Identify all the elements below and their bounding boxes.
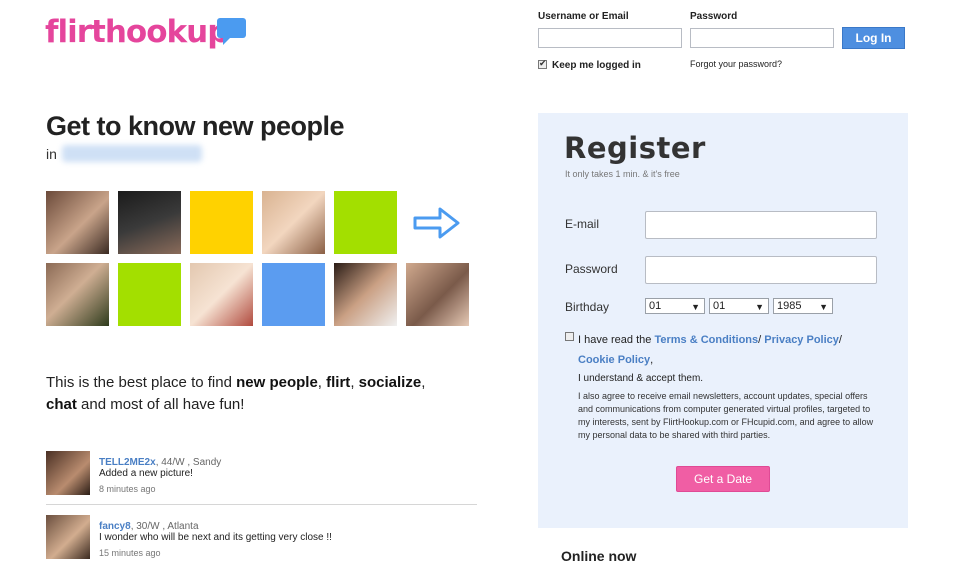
chevron-down-icon: ▼	[691, 302, 700, 312]
register-subtitle: It only takes 1 min. & it's free	[565, 169, 680, 179]
placeholder-tile	[118, 263, 181, 326]
password-input[interactable]	[690, 28, 834, 48]
birth-year-select[interactable]: 1985 ▼	[773, 298, 833, 314]
password-label: Password	[565, 262, 618, 276]
placeholder-tile	[190, 191, 253, 254]
arrow-right-icon[interactable]	[412, 205, 462, 241]
keep-logged-in-label: Keep me logged in	[552, 60, 641, 71]
birth-day-select[interactable]: 01 ▼	[645, 298, 705, 314]
password-field[interactable]	[645, 256, 877, 284]
chevron-down-icon: ▼	[755, 302, 764, 312]
tagline: This is the best place to find new peopl…	[46, 374, 426, 413]
page-title: Get to know new people	[46, 111, 345, 141]
legal-text: I also agree to receive email newsletter…	[578, 391, 874, 440]
terms-checkbox[interactable]	[565, 332, 574, 341]
accept-text: I understand & accept them.	[578, 373, 704, 384]
chevron-down-icon: ▼	[819, 302, 828, 312]
username-label: Username or Email	[538, 11, 629, 22]
profile-photo[interactable]	[334, 263, 397, 326]
feed-text: Added a new picture!	[99, 468, 193, 479]
logo[interactable]: flirthookup	[45, 14, 229, 50]
placeholder-tile	[262, 263, 325, 326]
terms-link[interactable]: Terms & Conditions	[654, 334, 758, 346]
birthday-label: Birthday	[565, 300, 610, 314]
online-now-heading: Online now	[561, 548, 637, 564]
email-field[interactable]	[645, 211, 877, 239]
feed-meta: , 30/W , Atlanta	[130, 521, 199, 532]
location-prefix: in	[46, 146, 57, 162]
placeholder-tile	[334, 191, 397, 254]
forgot-password-link[interactable]: Forgot your password?	[690, 59, 782, 69]
profile-photo[interactable]	[262, 191, 325, 254]
cookie-link[interactable]: Cookie Policy	[578, 354, 650, 366]
feed-time: 8 minutes ago	[99, 484, 156, 494]
birth-month-select[interactable]: 01 ▼	[709, 298, 769, 314]
privacy-link[interactable]: Privacy Policy	[764, 334, 839, 346]
get-a-date-button[interactable]: Get a Date	[676, 466, 770, 492]
blurred-location	[62, 145, 202, 162]
chat-bubble-icon	[217, 18, 246, 45]
feed-username[interactable]: TELL2ME2x	[99, 457, 156, 468]
profile-photo[interactable]	[46, 191, 109, 254]
feed-username[interactable]: fancy8	[99, 521, 131, 532]
avatar[interactable]	[46, 451, 90, 495]
profile-photo[interactable]	[406, 263, 469, 326]
feed-meta: , 44/W , Sandy	[155, 457, 222, 468]
avatar[interactable]	[46, 515, 90, 559]
login-button[interactable]: Log In	[842, 27, 905, 49]
keep-logged-in-checkbox[interactable]	[538, 58, 547, 69]
profile-photo[interactable]	[190, 263, 253, 326]
divider	[46, 504, 477, 505]
profile-photo[interactable]	[46, 263, 109, 326]
password-label: Password	[690, 11, 738, 22]
email-label: E-mail	[565, 217, 600, 231]
feed-time: 15 minutes ago	[99, 548, 161, 558]
terms-text: I have read the Terms & Conditions/ Priv…	[578, 334, 842, 366]
username-input[interactable]	[538, 28, 682, 48]
profile-photo[interactable]	[118, 191, 181, 254]
feed-text: I wonder who will be next and its gettin…	[99, 532, 332, 543]
register-title: Register	[564, 131, 706, 165]
